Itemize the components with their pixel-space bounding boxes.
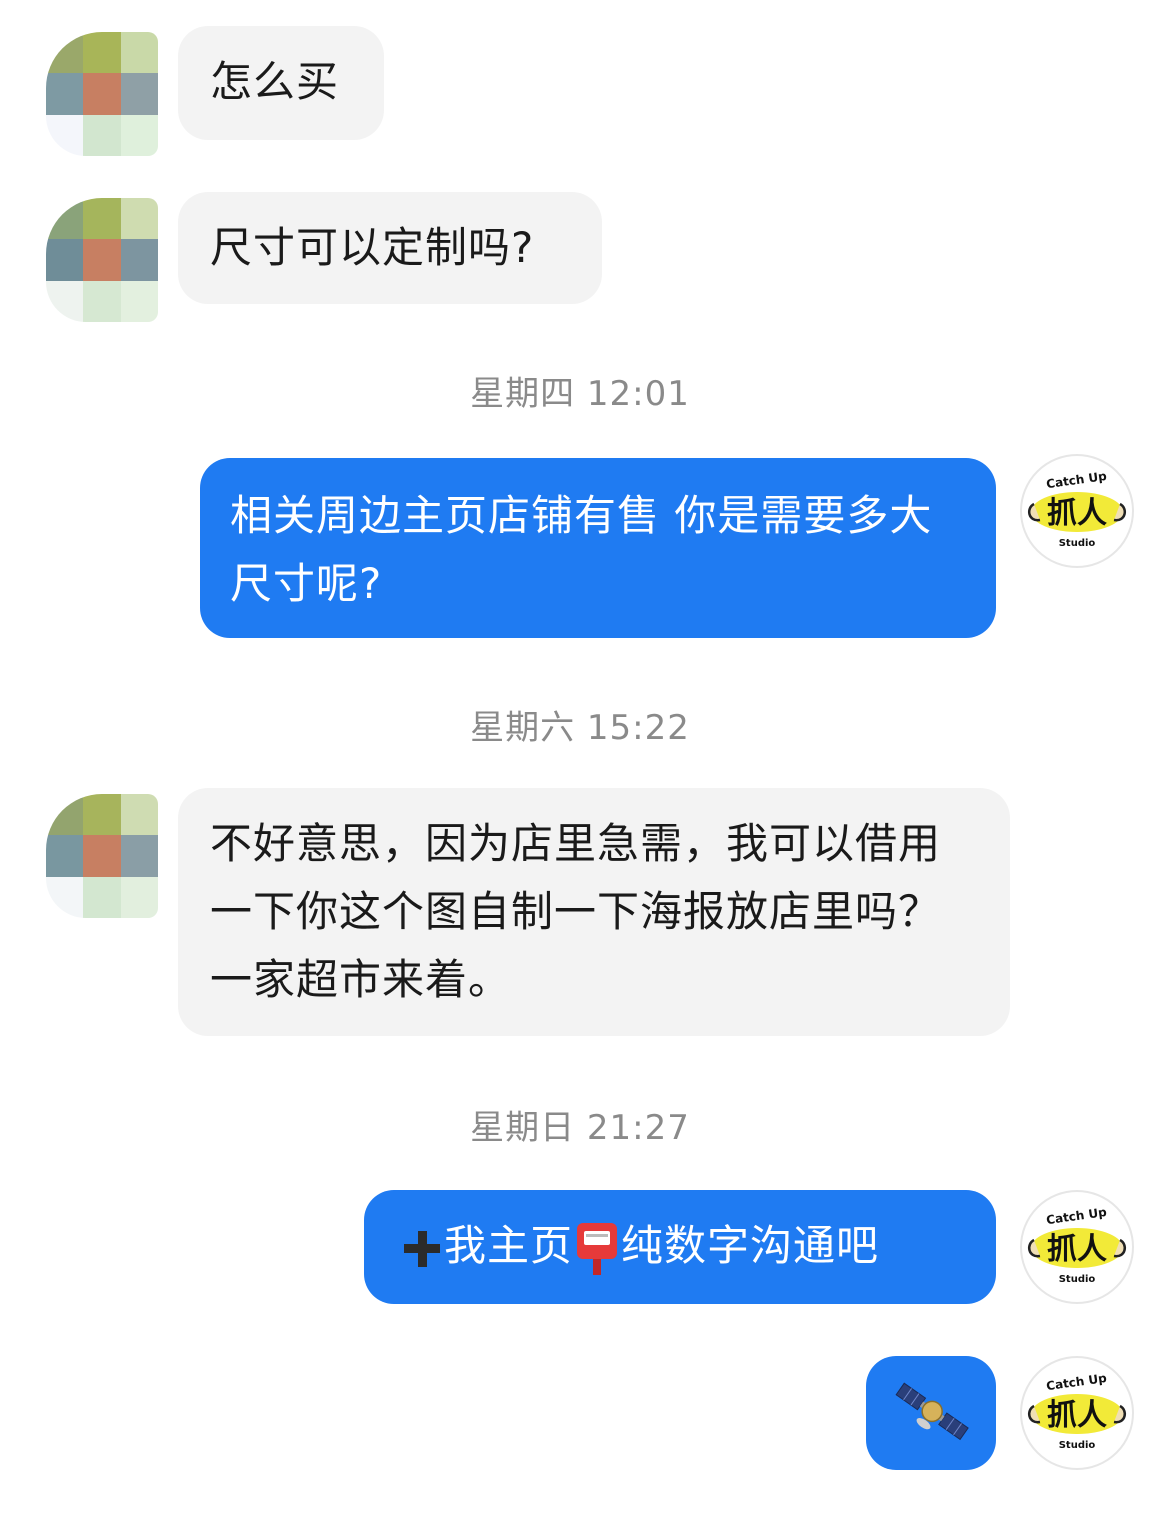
contact-avatar-blurred[interactable] bbox=[46, 794, 158, 918]
postbox-icon bbox=[577, 1222, 618, 1275]
contact-avatar-blurred[interactable] bbox=[46, 32, 158, 156]
contact-avatar-blurred[interactable] bbox=[46, 198, 158, 322]
catch-up-logo: Catch Up 抓人 Studio bbox=[1027, 469, 1127, 549]
message-text: 我主页 bbox=[444, 1221, 574, 1270]
outgoing-message[interactable] bbox=[866, 1356, 996, 1470]
timestamp: 星期日 21:27 bbox=[470, 1108, 690, 1148]
catch-up-logo: Catch Up 抓人 Studio bbox=[1027, 1205, 1127, 1285]
incoming-message[interactable]: 尺寸可以定制吗? bbox=[178, 192, 602, 304]
logo-middle-text: 抓人 bbox=[1047, 496, 1107, 531]
satellite-icon bbox=[895, 1382, 969, 1441]
incoming-message[interactable]: 怎么买 bbox=[178, 26, 384, 140]
logo-top-text: Catch Up bbox=[1045, 1371, 1108, 1393]
logo-top-text: Catch Up bbox=[1045, 469, 1108, 491]
message-text: 尺寸可以定制吗? bbox=[210, 223, 535, 272]
logo-middle-text: 抓人 bbox=[1047, 1398, 1107, 1433]
outgoing-message[interactable]: 相关周边主页店铺有售 你是需要多大尺寸呢? bbox=[200, 458, 996, 638]
message-text: 怎么买 bbox=[210, 57, 340, 106]
timestamp: 星期四 12:01 bbox=[470, 374, 690, 414]
outgoing-message[interactable]: 我主页 纯数字沟通吧 bbox=[364, 1190, 996, 1304]
logo-top-text: Catch Up bbox=[1045, 1205, 1108, 1227]
incoming-message[interactable]: 不好意思，因为店里急需，我可以借用一下你这个图自制一下海报放店里吗？一家超市来着… bbox=[178, 788, 1010, 1036]
studio-logo-avatar[interactable]: Catch Up 抓人 Studio bbox=[1020, 454, 1134, 568]
logo-bottom-text: Studio bbox=[1059, 1440, 1096, 1451]
message-text: 纯数字沟通吧 bbox=[621, 1221, 880, 1270]
logo-middle-text: 抓人 bbox=[1047, 1232, 1107, 1267]
catch-up-logo: Catch Up 抓人 Studio bbox=[1027, 1371, 1127, 1451]
studio-logo-avatar[interactable]: Catch Up 抓人 Studio bbox=[1020, 1356, 1134, 1470]
logo-bottom-text: Studio bbox=[1059, 538, 1096, 549]
plus-icon bbox=[404, 1230, 440, 1267]
message-text: 相关周边主页店铺有售 你是需要多大尺寸呢? bbox=[230, 491, 933, 608]
timestamp: 星期六 15:22 bbox=[470, 708, 690, 748]
studio-logo-avatar[interactable]: Catch Up 抓人 Studio bbox=[1020, 1190, 1134, 1304]
logo-bottom-text: Studio bbox=[1059, 1274, 1096, 1285]
message-text: 不好意思，因为店里急需，我可以借用一下你这个图自制一下海报放店里吗？一家超市来着… bbox=[210, 819, 942, 1004]
